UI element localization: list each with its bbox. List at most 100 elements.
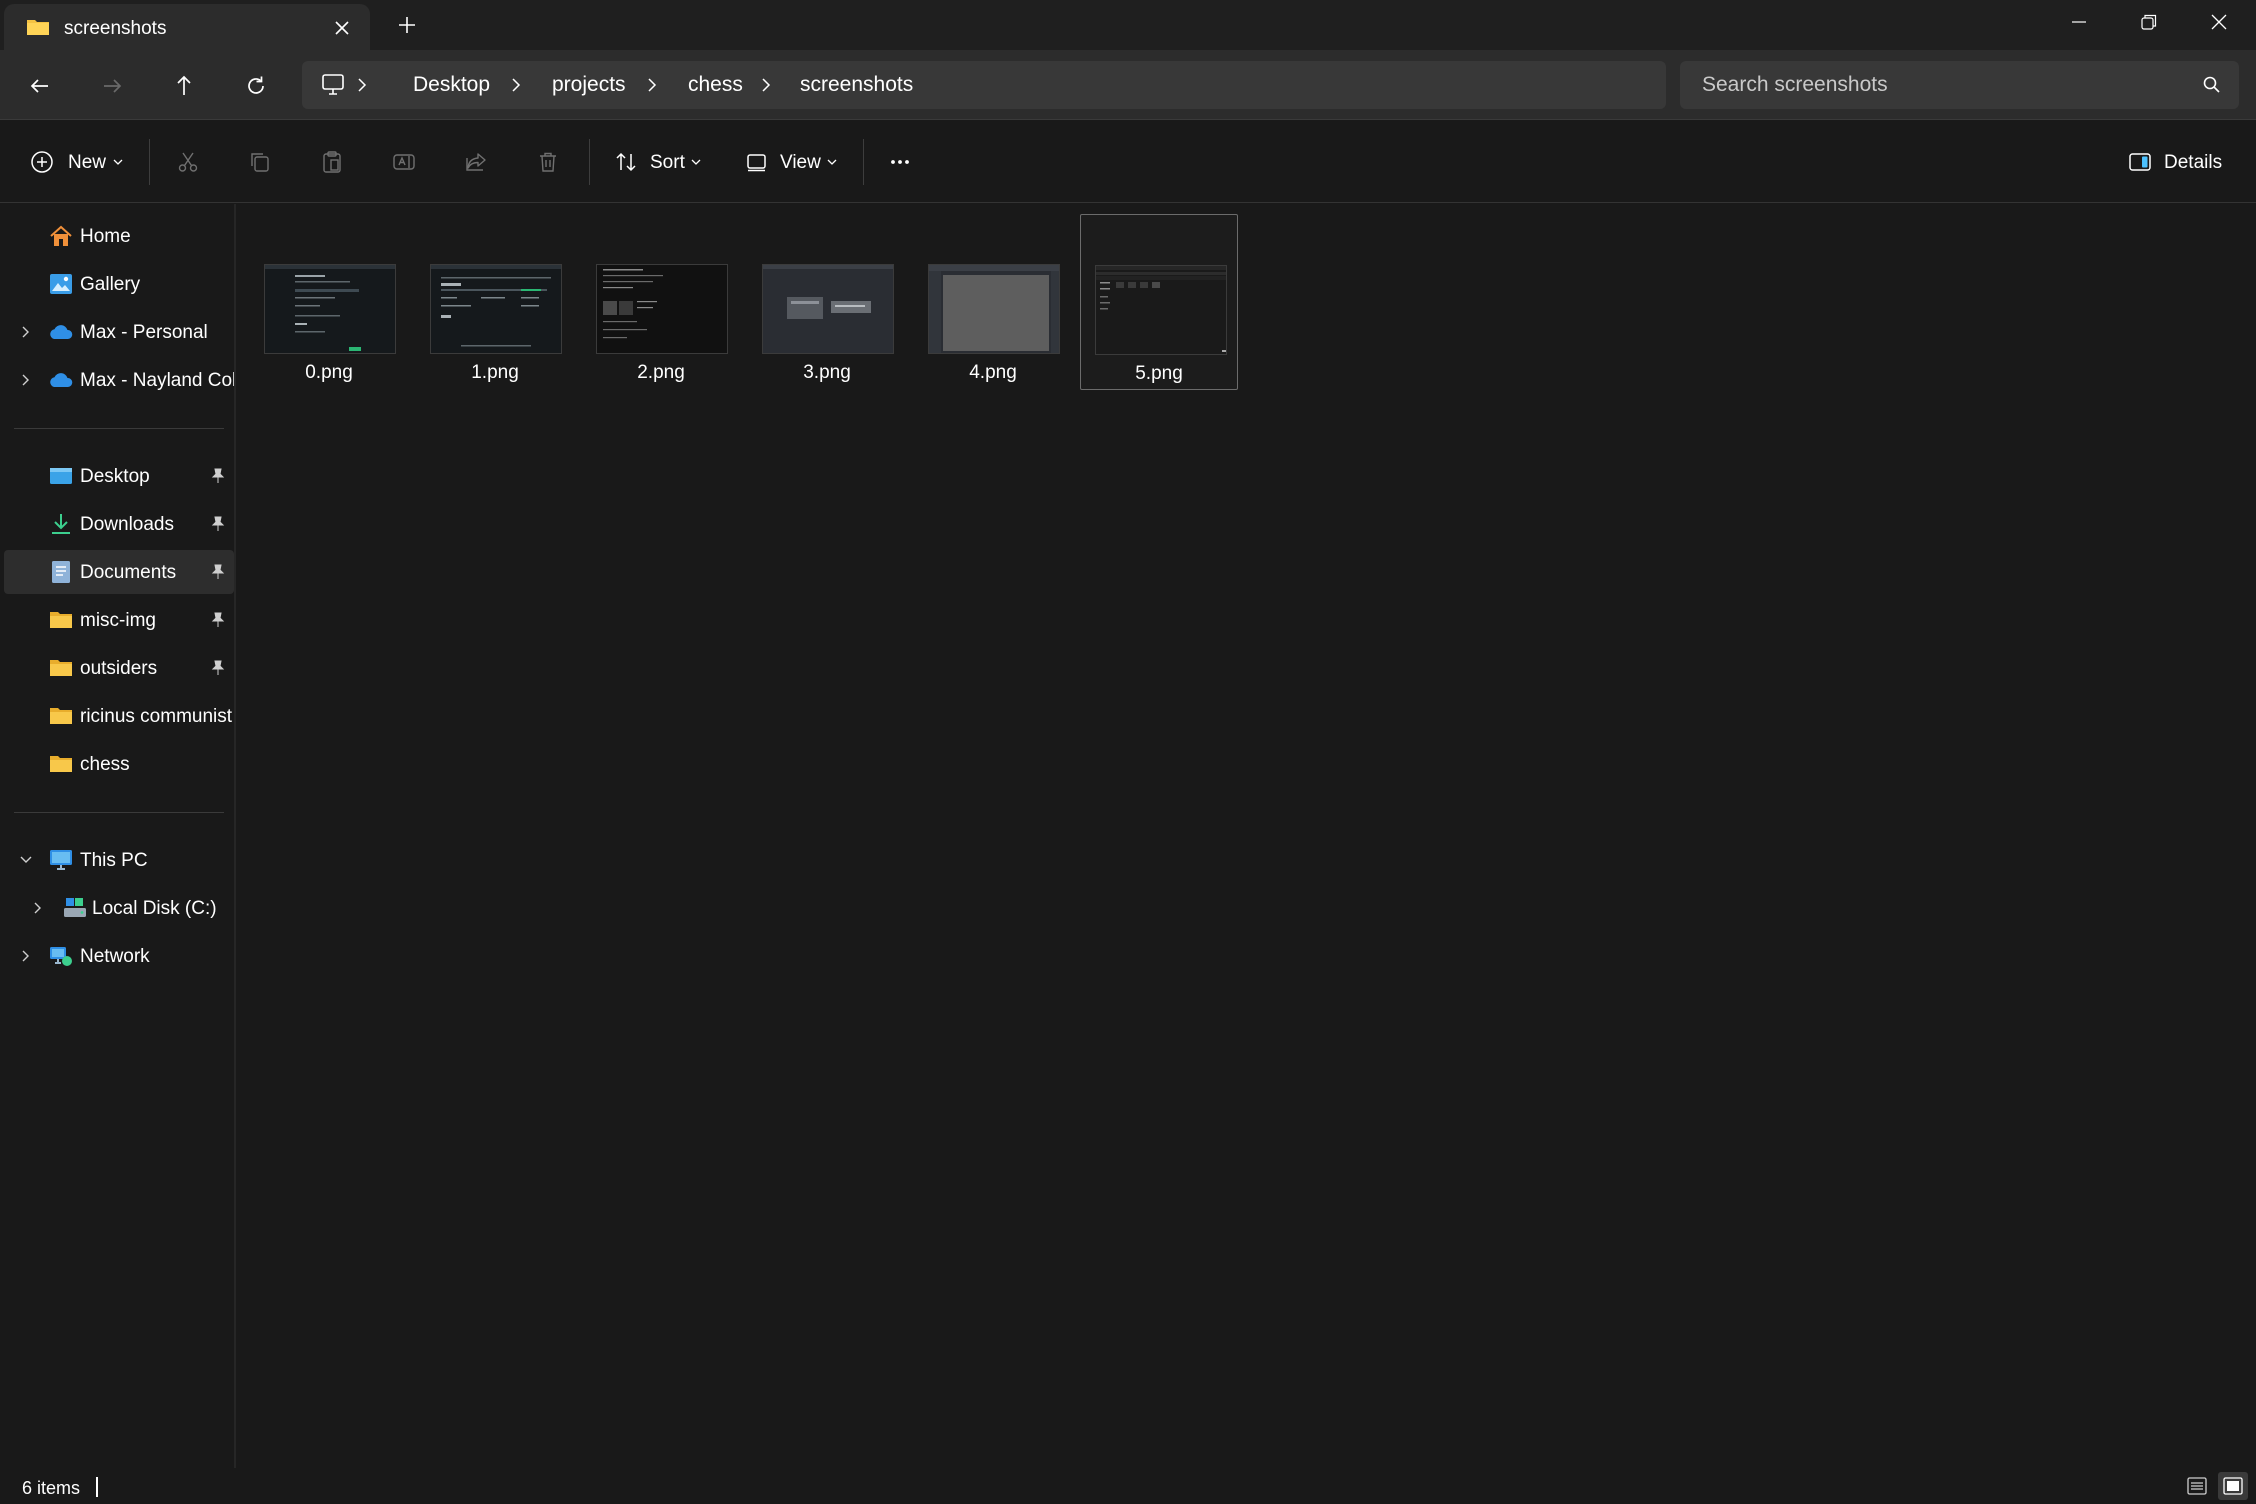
refresh-button[interactable]: [236, 66, 276, 106]
copy-button[interactable]: [238, 141, 282, 183]
sidebar-item-label: chess: [80, 754, 130, 775]
more-icon: [891, 160, 909, 164]
file-item-5[interactable]: 5.png: [1080, 214, 1238, 390]
cloud-icon: [50, 373, 73, 387]
file-list[interactable]: 0.png 1.png 2.png 3.png 4.png 5.png: [238, 204, 2256, 1468]
item-count: 6 items: [22, 1478, 81, 1498]
close-tab-icon[interactable]: [330, 16, 354, 40]
chevron-right-icon[interactable]: [30, 900, 46, 916]
sort-button[interactable]: Sort: [610, 141, 710, 183]
sidebar-item-desktop[interactable]: Desktop: [4, 454, 234, 498]
sidebar-item-chess[interactable]: chess: [4, 742, 234, 786]
sidebar-item-misc-img[interactable]: misc-img: [4, 598, 234, 642]
gallery-icon: [50, 274, 72, 294]
delete-button[interactable]: [526, 141, 570, 183]
chevron-right-icon[interactable]: [354, 76, 370, 94]
sidebar-item-ricinus-communist[interactable]: ricinus communist: [4, 694, 234, 738]
image-thumbnail: [928, 264, 1060, 354]
cut-button[interactable]: [166, 141, 210, 183]
image-thumbnail: [264, 264, 396, 354]
pin-icon[interactable]: [210, 611, 226, 629]
plus-icon[interactable]: [394, 12, 420, 38]
chevron-right-icon[interactable]: [508, 76, 524, 94]
paste-button[interactable]: [310, 141, 354, 183]
file-item-2[interactable]: 2.png: [582, 214, 740, 390]
home-icon: [50, 225, 72, 246]
share-icon: [466, 153, 486, 171]
large-icons-view-button[interactable]: [2218, 1472, 2248, 1500]
pc-icon[interactable]: [320, 73, 346, 97]
pin-icon[interactable]: [210, 563, 226, 581]
up-button[interactable]: [164, 66, 204, 106]
rename-icon: [393, 154, 415, 170]
more-options-button[interactable]: [878, 141, 922, 183]
pin-icon[interactable]: [210, 515, 226, 533]
sidebar-item-label: Network: [80, 946, 150, 967]
search-icon[interactable]: [2201, 74, 2223, 96]
folder-icon: [50, 660, 72, 676]
sidebar-item-home[interactable]: Home: [4, 214, 234, 258]
sort-label: Sort: [650, 152, 685, 173]
file-item-3[interactable]: 3.png: [748, 214, 906, 390]
chevron-down-icon[interactable]: [18, 852, 34, 868]
sidebar-item-max-nayland[interactable]: Max - Nayland College: [4, 358, 234, 402]
back-button[interactable]: [20, 66, 60, 106]
chevron-right-icon[interactable]: [644, 76, 660, 94]
sidebar-item-local-disk[interactable]: Local Disk (C:): [4, 886, 234, 930]
close-window-button[interactable]: [2184, 0, 2254, 46]
chevron-right-icon[interactable]: [18, 372, 34, 388]
details-view-button[interactable]: [2182, 1472, 2212, 1500]
minimize-icon: [2072, 21, 2086, 23]
new-button[interactable]: New: [24, 141, 128, 183]
search-box[interactable]: [1680, 61, 2239, 109]
rename-button[interactable]: [382, 141, 426, 183]
file-item-0[interactable]: 0.png: [250, 214, 408, 390]
view-button[interactable]: View: [744, 141, 844, 183]
address-bar[interactable]: Desktop projects chess screenshots: [302, 61, 1666, 109]
paste-icon: [323, 151, 341, 173]
share-button[interactable]: [454, 141, 498, 183]
sidebar-item-downloads[interactable]: Downloads: [4, 502, 234, 546]
arrow-up-icon: [177, 75, 191, 95]
minimize-button[interactable]: [2044, 0, 2114, 46]
sidebar-item-documents[interactable]: Documents: [4, 550, 234, 594]
arrow-left-icon: [30, 79, 48, 93]
details-pane-button[interactable]: Details: [2124, 141, 2224, 183]
sidebar-item-network[interactable]: Network: [4, 934, 234, 978]
file-item-4[interactable]: 4.png: [914, 214, 1072, 390]
image-thumbnail: [762, 264, 894, 354]
chevron-right-icon[interactable]: [18, 324, 34, 340]
forward-button[interactable]: [92, 66, 132, 106]
view-icon: [747, 154, 766, 172]
disk-icon: [64, 898, 86, 917]
sort-icon: [616, 152, 636, 172]
pc-icon: [50, 850, 72, 870]
file-item-1[interactable]: 1.png: [416, 214, 574, 390]
toolbar-divider: [149, 139, 150, 185]
details-label: Details: [2164, 152, 2223, 173]
network-icon: [50, 947, 72, 966]
chevron-right-icon[interactable]: [758, 76, 774, 94]
new-label: New: [68, 152, 107, 173]
toolbar-divider: [589, 139, 590, 185]
search-input[interactable]: [1680, 61, 2200, 109]
add-icon: [31, 151, 53, 173]
file-name: 2.png: [637, 362, 685, 383]
command-bar: New Sort View Details: [0, 121, 2256, 203]
sidebar-item-this-pc[interactable]: This PC: [4, 838, 234, 882]
sidebar-divider: [14, 812, 224, 813]
breadcrumb-projects[interactable]: projects: [552, 73, 626, 97]
breadcrumb-desktop[interactable]: Desktop: [413, 73, 490, 97]
sidebar-item-gallery[interactable]: Gallery: [4, 262, 234, 306]
tab-screenshots[interactable]: screenshots: [4, 4, 370, 50]
navigation-pane: Home Gallery Max - Personal Max - Naylan…: [0, 204, 236, 1468]
breadcrumb-screenshots[interactable]: screenshots: [800, 73, 913, 97]
restore-button[interactable]: [2114, 0, 2184, 46]
sidebar-item-max-personal[interactable]: Max - Personal: [4, 310, 234, 354]
sidebar-item-label: Home: [80, 226, 131, 247]
breadcrumb-chess[interactable]: chess: [688, 73, 743, 97]
pin-icon[interactable]: [210, 659, 226, 677]
sidebar-item-outsiders[interactable]: outsiders: [4, 646, 234, 690]
pin-icon[interactable]: [210, 467, 226, 485]
chevron-right-icon[interactable]: [18, 948, 34, 964]
